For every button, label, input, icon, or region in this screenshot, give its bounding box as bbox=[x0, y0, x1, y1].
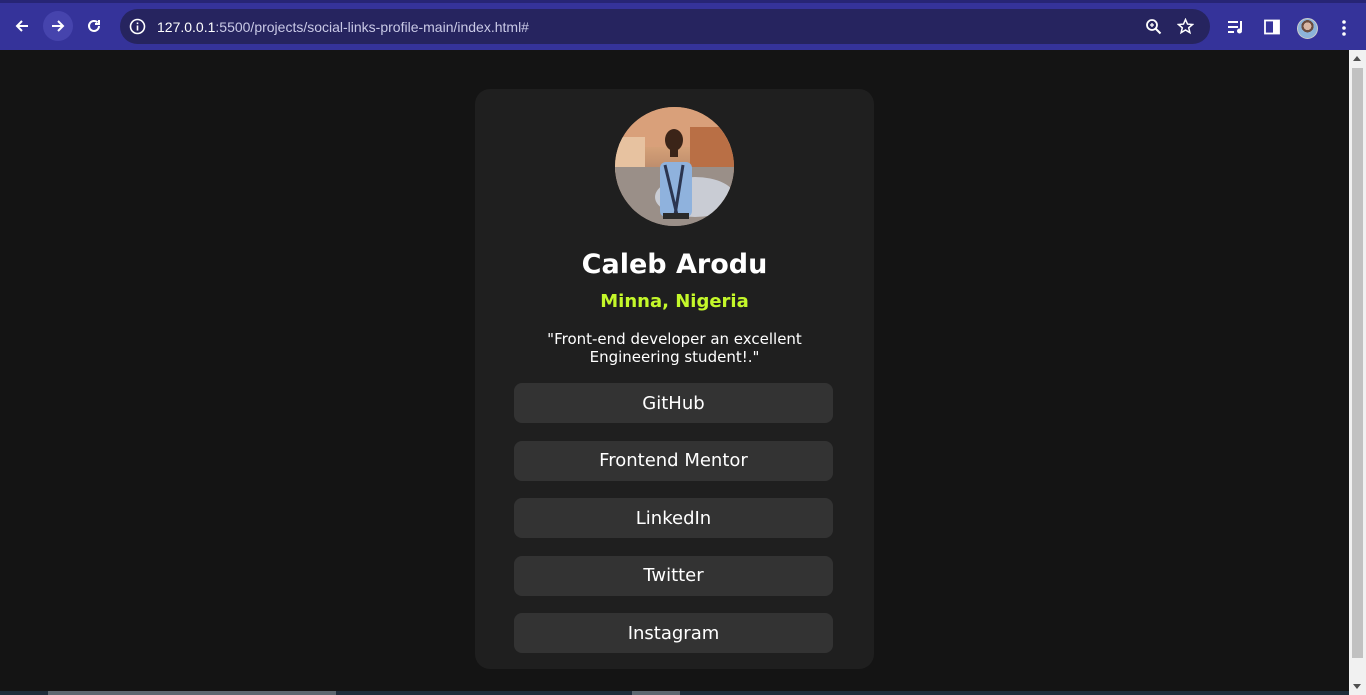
vertical-scrollbar[interactable] bbox=[1349, 50, 1366, 695]
side-panel-icon[interactable] bbox=[1264, 19, 1280, 35]
forward-arrow-icon bbox=[52, 20, 65, 32]
scroll-up-arrow-icon[interactable] bbox=[1353, 56, 1361, 61]
browser-toolbar: 127.0.0.1:5500/projects/social-links-pro… bbox=[0, 0, 1366, 50]
profile-avatar[interactable] bbox=[1297, 18, 1318, 39]
url-host: 127.0.0.1 bbox=[157, 19, 216, 35]
profile-bio: "Front-end developer an excellent Engine… bbox=[547, 330, 802, 366]
more-menu-icon[interactable] bbox=[1336, 19, 1352, 37]
info-icon[interactable] bbox=[129, 18, 146, 35]
profile-photo-image bbox=[615, 107, 734, 226]
forward-button[interactable] bbox=[43, 11, 73, 41]
back-button[interactable] bbox=[7, 11, 37, 41]
scroll-down-arrow-icon[interactable] bbox=[1353, 684, 1361, 689]
twitter-link-button[interactable]: Twitter bbox=[514, 555, 833, 596]
frontend-mentor-link-button[interactable]: Frontend Mentor bbox=[514, 440, 833, 481]
url-text[interactable]: 127.0.0.1:5500/projects/social-links-pro… bbox=[157, 19, 529, 35]
linkedin-link-button[interactable]: LinkedIn bbox=[514, 498, 833, 538]
taskbar-segment bbox=[48, 691, 336, 695]
profile-card: Caleb Arodu Minna, Nigeria "Front-end de… bbox=[475, 89, 874, 669]
zoom-icon[interactable] bbox=[1145, 18, 1162, 35]
github-link-button[interactable]: GitHub bbox=[514, 383, 833, 423]
reload-icon bbox=[88, 19, 100, 32]
back-arrow-icon bbox=[15, 20, 28, 32]
address-bar[interactable]: 127.0.0.1:5500/projects/social-links-pro… bbox=[120, 9, 1210, 44]
profile-photo bbox=[615, 107, 734, 226]
taskbar-segment bbox=[632, 691, 680, 695]
reload-button[interactable] bbox=[79, 11, 109, 41]
page-viewport: Caleb Arodu Minna, Nigeria "Front-end de… bbox=[0, 50, 1349, 695]
social-links-list: GitHub Frontend Mentor LinkedIn Twitter … bbox=[514, 383, 833, 671]
instagram-link-button[interactable]: Instagram bbox=[514, 613, 833, 653]
profile-location: Minna, Nigeria bbox=[600, 291, 749, 312]
media-control-icon[interactable] bbox=[1227, 19, 1245, 35]
star-icon[interactable] bbox=[1177, 18, 1194, 35]
url-path: :5500/projects/social-links-profile-main… bbox=[215, 19, 529, 35]
profile-name: Caleb Arodu bbox=[581, 249, 768, 280]
scrollbar-thumb[interactable] bbox=[1352, 68, 1363, 658]
taskbar-edge bbox=[0, 691, 1349, 695]
